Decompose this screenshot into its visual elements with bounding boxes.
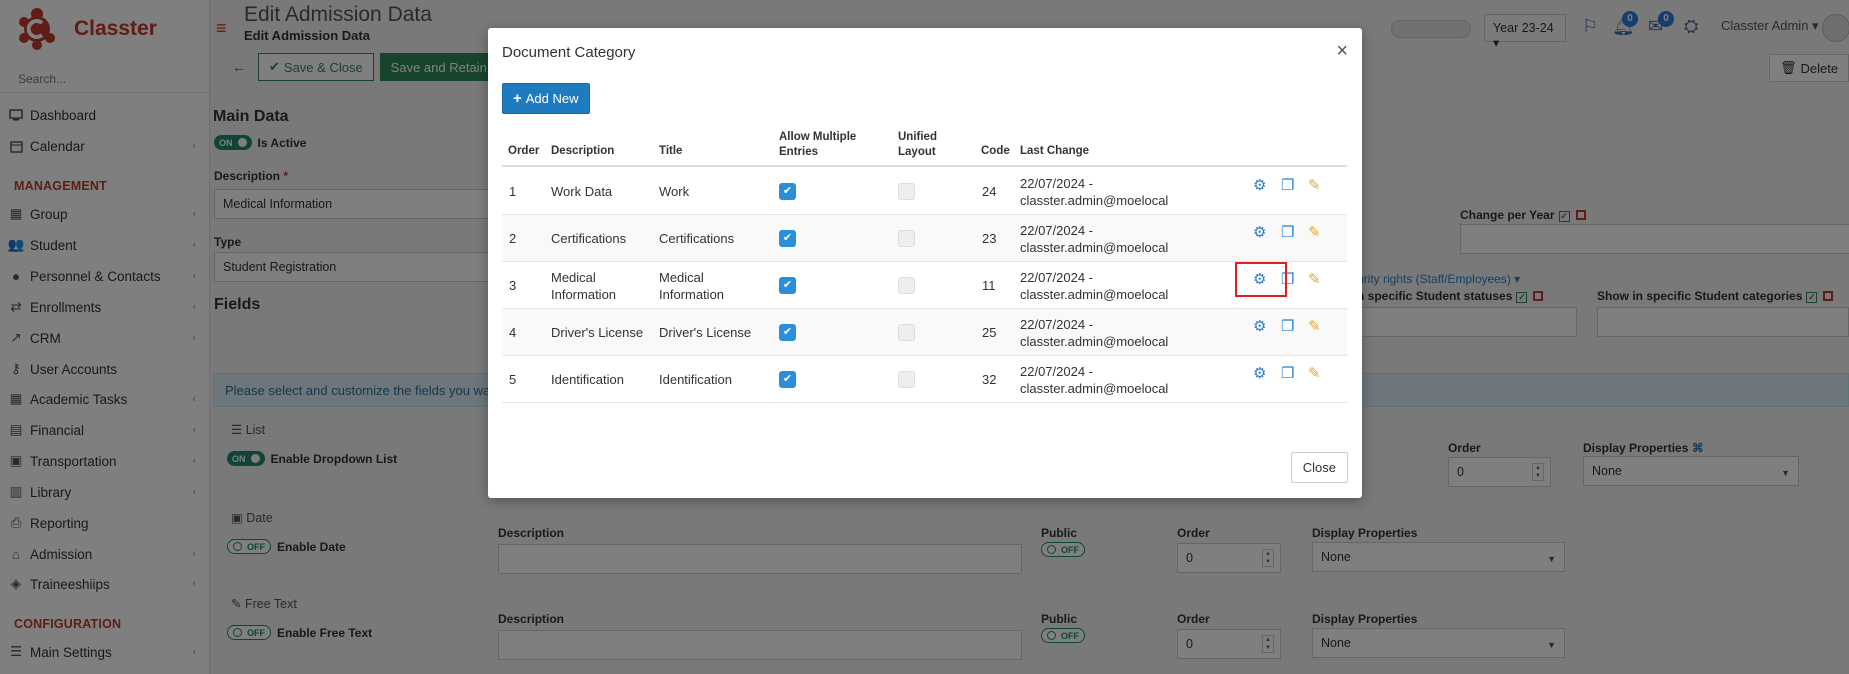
last-change-date: 22/07/2024 - [1020,222,1094,238]
row-last-change: 22/07/2024 - classter.admin@moelocal [1020,316,1168,350]
row-title-line2: Information [659,286,725,302]
pencil-icon[interactable]: ✎ [1308,364,1321,382]
row-last-change: 22/07/2024 - classter.admin@moelocal [1020,363,1168,397]
col-unified-layout: Unified Layout [898,130,937,159]
row-description: Identification [551,372,624,387]
col-allow-multiple: Allow Multiple Entries [779,130,856,165]
unified-layout-checkbox[interactable] [898,324,915,341]
unified-layout-checkbox[interactable] [898,371,915,388]
col-order: Order [508,145,540,157]
row-title: Identification [659,372,732,387]
row-title: Certifications [659,231,735,246]
copy-icon[interactable]: ❐ [1281,317,1294,335]
copy-icon[interactable]: ❐ [1281,223,1294,241]
row-description: Certifications [551,231,627,246]
col-description: Description [551,145,615,157]
last-change-user: classter.admin@moelocal [1020,239,1169,255]
add-new-label: Add New [525,91,579,106]
row-last-change: 22/07/2024 - classter.admin@moelocal [1020,269,1168,303]
row-title: Driver's License [659,325,752,340]
close-icon[interactable]: × [1336,40,1348,63]
copy-icon[interactable]: ❐ [1281,364,1294,382]
col-allow-multiple-line2: Entries [779,146,818,158]
col-unified-line2: Layout [898,146,936,158]
allow-multiple-checkbox[interactable]: ✔ [779,324,796,341]
pencil-icon[interactable]: ✎ [1308,270,1321,288]
table-row: 4 Driver's License Driver's License ✔ 25… [502,309,1347,356]
settings-gears-icon[interactable]: ⚙ [1253,223,1266,241]
unified-layout-checkbox[interactable] [898,277,915,294]
row-description: Medical Information [551,269,616,303]
last-change-date: 22/07/2024 - [1020,363,1094,379]
allow-multiple-checkbox[interactable]: ✔ [779,183,796,200]
copy-icon[interactable]: ❐ [1281,176,1294,194]
last-change-user: classter.admin@moelocal [1020,192,1169,208]
table-row: 5 Identification Identification ✔ 32 22/… [502,356,1347,403]
row-description: Work Data [551,184,613,199]
last-change-user: classter.admin@moelocal [1020,333,1169,349]
row-code: 32 [982,372,997,387]
plus-icon: + [513,90,522,107]
document-category-modal: Document Category × + Add New Order Descr… [488,28,1362,498]
settings-gears-icon[interactable]: ⚙ [1253,364,1266,382]
col-title: Title [659,145,683,157]
highlight-box [1235,262,1287,297]
row-title: Work [659,184,690,199]
row-description-line1: Medical [551,269,596,285]
row-last-change: 22/07/2024 - classter.admin@moelocal [1020,222,1168,256]
row-code: 23 [982,231,997,246]
col-code: Code [981,145,1010,157]
table-row: 1 Work Data Work ✔ 24 22/07/2024 - classt… [502,168,1347,215]
row-title: Medical Information [659,269,724,303]
row-order: 3 [509,278,517,293]
last-change-date: 22/07/2024 - [1020,316,1094,332]
allow-multiple-checkbox[interactable]: ✔ [779,371,796,388]
last-change-date: 22/07/2024 - [1020,175,1094,191]
allow-multiple-checkbox[interactable]: ✔ [779,230,796,247]
row-description: Driver's License [551,325,644,340]
col-last-change: Last Change [1020,145,1090,157]
table-header: Order Description Title Allow Multiple En… [502,127,1347,167]
add-new-button[interactable]: + Add New [502,83,590,114]
row-last-change: 22/07/2024 - classter.admin@moelocal [1020,175,1168,209]
row-title-line1: Medical [659,269,704,285]
row-order: 2 [509,231,517,246]
pencil-icon[interactable]: ✎ [1308,223,1321,241]
modal-title: Document Category [502,44,636,61]
row-order: 5 [509,372,517,387]
row-code: 25 [982,325,997,340]
table-row: 2 Certifications Certifications ✔ 23 22/… [502,215,1347,262]
allow-multiple-checkbox[interactable]: ✔ [779,277,796,294]
col-allow-multiple-line1: Allow Multiple [779,131,857,143]
unified-layout-checkbox[interactable] [898,183,915,200]
settings-gears-icon[interactable]: ⚙ [1253,317,1266,335]
close-button[interactable]: Close [1290,452,1348,483]
table-row: 3 Medical Information Medical Information … [502,262,1347,309]
row-order: 4 [509,325,517,340]
last-change-user: classter.admin@moelocal [1020,380,1169,396]
row-code: 24 [982,184,997,199]
row-order: 1 [509,184,517,199]
unified-layout-checkbox[interactable] [898,230,915,247]
pencil-icon[interactable]: ✎ [1308,176,1321,194]
row-code: 11 [982,278,996,293]
col-unified-line1: Unified [898,131,937,143]
row-description-line2: Information [551,286,617,302]
last-change-user: classter.admin@moelocal [1020,286,1169,302]
settings-gears-icon[interactable]: ⚙ [1253,176,1266,194]
pencil-icon[interactable]: ✎ [1308,317,1321,335]
last-change-date: 22/07/2024 - [1020,269,1094,285]
